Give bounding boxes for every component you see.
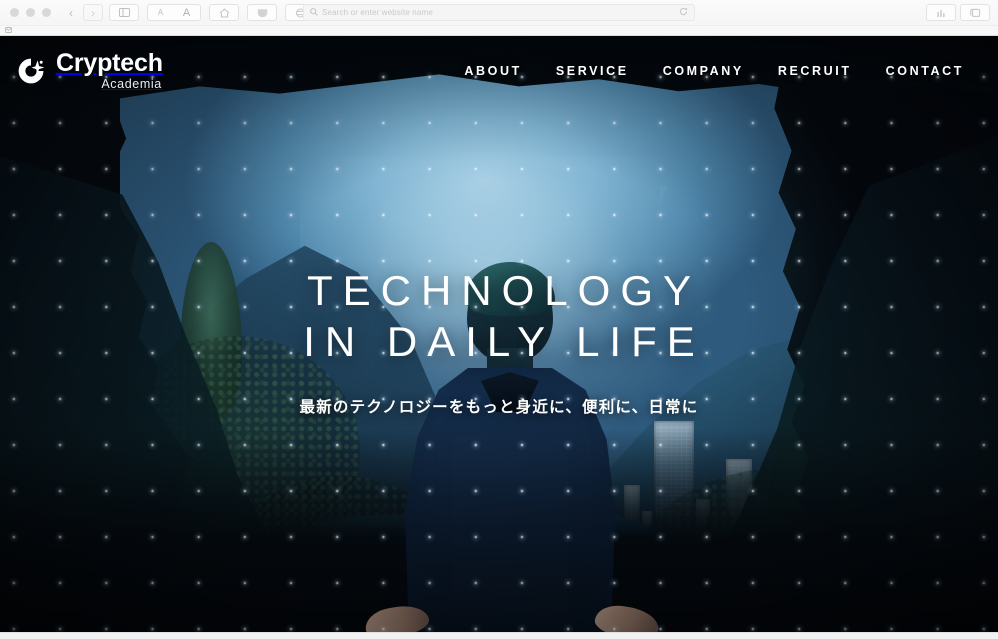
window-controls — [10, 8, 51, 17]
cryptech-logo-mark-icon — [14, 54, 48, 88]
logo-name: Cryptech — [56, 49, 163, 78]
hero-title-line-1: TECHNOLOGY — [306, 267, 702, 314]
increase-text-size-button[interactable]: A — [183, 7, 190, 19]
site-logo[interactable]: Cryptech Academia — [14, 51, 163, 91]
main-navigation: ABOUT SERVICE COMPANY RECRUIT CONTACT — [464, 64, 964, 78]
text-size-group: A A — [147, 4, 201, 21]
hero-copy: TECHNOLOGY IN DAILY LIFE 最新のテクノロジーをもっと身近… — [0, 268, 998, 417]
tab-overview-icon[interactable] — [960, 4, 990, 21]
address-input[interactable]: Search or enter website name — [322, 8, 679, 17]
hero-title-line-2: IN DAILY LIFE — [303, 318, 705, 366]
address-bar[interactable]: Search or enter website name — [303, 4, 695, 21]
minimize-window-button[interactable] — [26, 8, 35, 17]
forward-button[interactable]: › — [83, 4, 103, 21]
browser-chrome: ‹ › A A Search or enter website name — [0, 0, 998, 36]
hero-subtitle: 最新のテクノロジーをもっと身近に、便利に、日常に — [299, 398, 699, 416]
hero-title: TECHNOLOGY IN DAILY LIFE — [0, 268, 998, 365]
nav-item-recruit[interactable]: RECRUIT — [778, 64, 852, 78]
logo-subtitle: Academia — [101, 77, 162, 92]
nav-item-contact[interactable]: CONTACT — [886, 64, 964, 78]
home-icon[interactable] — [209, 4, 239, 21]
logo-text: Cryptech Academia — [56, 51, 163, 91]
sidebar-toggle-group — [109, 4, 139, 21]
bookmarks-bar[interactable] — [0, 25, 998, 35]
back-button[interactable]: ‹ — [61, 4, 81, 21]
browser-window: ‹ › A A Search or enter website name Cry… — [0, 0, 998, 639]
share-icon[interactable] — [926, 4, 956, 21]
navigation-buttons: ‹ › — [61, 4, 103, 21]
site-header: Cryptech Academia ABOUT SERVICE COMPANY … — [0, 36, 998, 106]
bookmark-favicon[interactable] — [5, 26, 12, 35]
shield-icon[interactable] — [247, 4, 277, 21]
toolbar-right-group — [926, 4, 990, 21]
zoom-window-button[interactable] — [42, 8, 51, 17]
web-page: Cryptech Academia ABOUT SERVICE COMPANY … — [0, 36, 998, 639]
nav-item-about[interactable]: ABOUT — [464, 64, 521, 78]
decrease-text-size-button[interactable]: A — [158, 8, 163, 17]
reload-icon[interactable] — [679, 7, 688, 18]
nav-item-company[interactable]: COMPANY — [663, 64, 744, 78]
sidebar-icon[interactable] — [109, 4, 139, 21]
search-icon — [310, 7, 318, 18]
nav-item-service[interactable]: SERVICE — [556, 64, 629, 78]
window-bottom-edge — [0, 632, 998, 639]
close-window-button[interactable] — [10, 8, 19, 17]
browser-toolbar: ‹ › A A Search or enter website name — [0, 0, 998, 25]
